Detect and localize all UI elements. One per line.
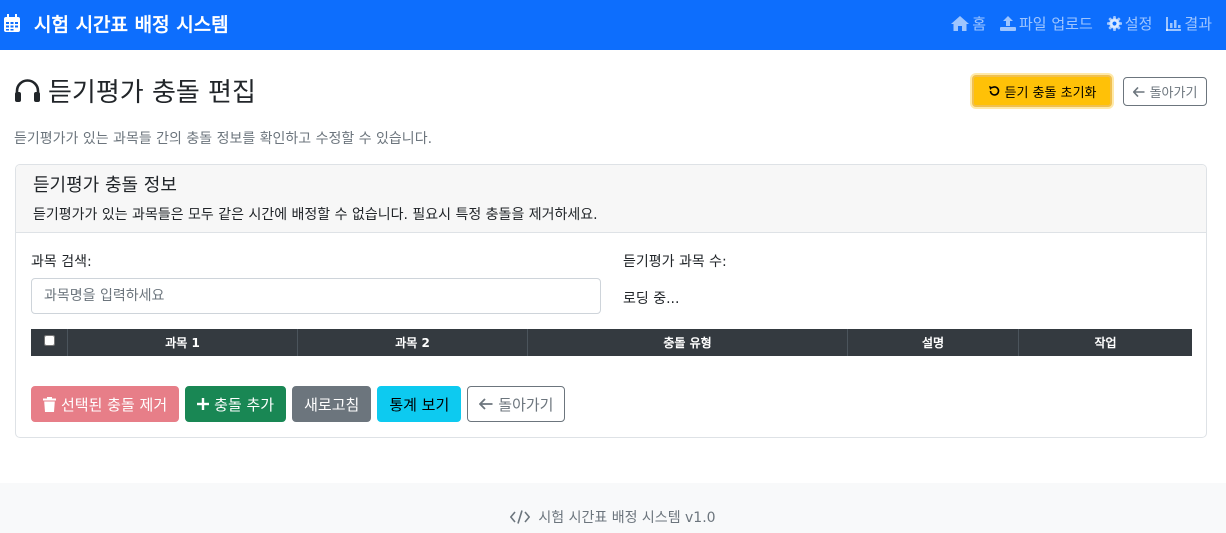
stats-button[interactable]: 통계 보기	[377, 386, 462, 422]
remove-selected-label: 선택된 충돌 제거	[61, 395, 168, 414]
select-all-cell	[31, 329, 68, 356]
card-description: 듣기평가가 있는 과목들은 모두 같은 시간에 배정할 수 없습니다. 필요시 …	[33, 207, 598, 223]
reset-conflicts-button[interactable]: 듣기 충돌 초기화	[972, 75, 1112, 107]
navbar: 시험 시간표 배정 시스템 홈 파일 업로드 설정 결과	[0, 0, 1226, 50]
search-label: 과목 검색:	[31, 254, 92, 270]
chart-icon	[1166, 16, 1182, 31]
column-header[interactable]: 충돌 유형	[528, 329, 848, 356]
nav-item-home[interactable]: 홈	[951, 13, 986, 34]
undo-icon	[988, 85, 1000, 97]
add-conflict-button[interactable]: 충돌 추가	[185, 386, 287, 422]
conflict-table-header: 과목 1 과목 2 충돌 유형 설명 작업	[31, 329, 1192, 356]
remove-selected-button[interactable]: 선택된 충돌 제거	[31, 386, 180, 422]
back-button-top[interactable]: 돌아가기	[1123, 77, 1207, 106]
nav-item-label: 결과	[1184, 15, 1212, 33]
conflict-card: 듣기평가 충돌 정보 듣기평가가 있는 과목들은 모두 같은 시간에 배정할 수…	[15, 164, 1207, 438]
upload-icon	[1000, 16, 1016, 31]
card-header: 듣기평가 충돌 정보 듣기평가가 있는 과목들은 모두 같은 시간에 배정할 수…	[16, 165, 1206, 233]
page-title: 듣기평가 충돌 편집	[14, 72, 256, 109]
nav-item-label: 파일 업로드	[1019, 15, 1093, 33]
add-conflict-label: 충돌 추가	[214, 395, 275, 414]
gear-icon	[1106, 16, 1122, 31]
brand-title: 시험 시간표 배정 시스템	[34, 13, 229, 36]
subject-search-input[interactable]	[31, 278, 601, 314]
arrow-left-icon	[479, 398, 493, 410]
arrow-left-icon	[1132, 86, 1145, 97]
column-header[interactable]: 과목 1	[68, 329, 298, 356]
brand-link[interactable]: 시험 시간표 배정 시스템	[4, 11, 229, 36]
subject-count-label: 듣기평가 과목 수:	[623, 254, 727, 270]
nav-menu: 홈 파일 업로드 설정 결과	[937, 13, 1212, 34]
back-button-bottom-label: 돌아가기	[498, 395, 554, 414]
calendar-icon	[4, 14, 20, 32]
home-icon	[951, 16, 970, 31]
back-button-label: 돌아가기	[1149, 86, 1198, 101]
plus-icon	[197, 398, 210, 410]
page-title-text: 듣기평가 충돌 편집	[48, 78, 256, 108]
select-all-checkbox[interactable]	[43, 335, 55, 346]
action-buttons: 선택된 충돌 제거 충돌 추가 새로고침 통계 보기 돌아가기	[31, 386, 571, 422]
reset-button-label: 듣기 충돌 초기화	[1004, 85, 1097, 101]
refresh-button[interactable]: 새로고침	[292, 386, 372, 422]
headphones-icon	[14, 78, 41, 103]
column-header[interactable]: 작업	[1019, 329, 1192, 356]
nav-item-settings[interactable]: 설정	[1106, 13, 1153, 34]
nav-item-results[interactable]: 결과	[1166, 13, 1212, 34]
code-icon	[510, 510, 531, 524]
column-header[interactable]: 설명	[848, 329, 1019, 356]
nav-item-label: 홈	[972, 15, 986, 33]
footer: 시험 시간표 배정 시스템 v1.0	[0, 483, 1226, 533]
page-subtitle: 듣기평가가 있는 과목들 간의 충돌 정보를 확인하고 수정할 수 있습니다.	[14, 131, 433, 147]
footer-label: 시험 시간표 배정 시스템 v1.0	[538, 510, 716, 526]
footer-text: 시험 시간표 배정 시스템 v1.0	[0, 507, 1226, 527]
nav-item-label: 설정	[1124, 15, 1153, 33]
back-button-bottom[interactable]: 돌아가기	[467, 386, 566, 422]
column-header[interactable]: 과목 2	[298, 329, 528, 356]
trash-icon	[43, 396, 56, 412]
nav-item-upload[interactable]: 파일 업로드	[1000, 13, 1093, 34]
card-title: 듣기평가 충돌 정보	[33, 175, 177, 196]
subject-count-value: 로딩 중...	[623, 291, 680, 307]
